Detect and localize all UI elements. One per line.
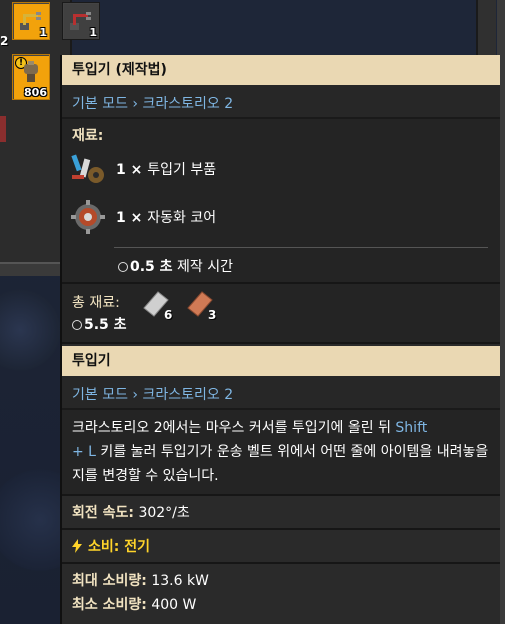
offscreen-slot-count: 2 bbox=[0, 34, 9, 48]
raw-ingredient: 6 bbox=[140, 288, 180, 326]
total-time-value: 5.5 초 bbox=[84, 317, 127, 333]
raw-count: 6 bbox=[164, 308, 173, 322]
recipe-title: 투입기 (제작법) bbox=[62, 55, 500, 85]
slot-count: 806 bbox=[24, 86, 47, 99]
total-raw-label: 총 재료: bbox=[72, 295, 120, 311]
rotation-speed: 회전 속도: 302°/초 bbox=[62, 496, 500, 528]
red-filter-tab[interactable] bbox=[0, 116, 6, 142]
rotation-label: 회전 속도: bbox=[72, 505, 134, 521]
slot-count: 1 bbox=[89, 26, 97, 39]
recipe-ingredients-section: 재료: 1 × 투입기 부품 1 × 자동화 코어 0.5 초 제작 시간 bbox=[62, 119, 500, 282]
desc-text: 키를 눌러 투입기가 운송 벨트 위에서 어떤 줄에 아이템을 내려놓을 지를 … bbox=[72, 444, 489, 484]
craft-time-label: 제작 시간 bbox=[177, 259, 233, 275]
ingredient-name: 투입기 부품 bbox=[147, 162, 217, 178]
inserter-parts-icon bbox=[71, 154, 104, 183]
hotkey-l: + L bbox=[72, 444, 96, 460]
item-title: 투입기 bbox=[62, 346, 500, 376]
energy-header: 소비: 전기 bbox=[62, 530, 500, 562]
panel-edge-top bbox=[476, 0, 496, 58]
raw-ingredient: 3 bbox=[184, 288, 224, 326]
desc-text: 크라스토리오 2에서는 마우스 커서를 투입기에 올린 뒤 bbox=[72, 420, 396, 436]
ingredient-row: 1 × 자동화 코어 bbox=[62, 193, 500, 241]
total-raw-section: 총 재료: 5.5 초 6 3 bbox=[62, 284, 500, 342]
ingredient-amount: 1 × bbox=[116, 210, 143, 226]
item-tooltip: 투입기 (제작법) 기본 모드 › 크라스토리오 2 재료: 1 × 투입기 부… bbox=[60, 55, 500, 624]
craft-time: 0.5 초 제작 시간 bbox=[62, 248, 500, 282]
rotation-value: 302°/초 bbox=[138, 505, 190, 521]
automation-core-icon bbox=[71, 200, 105, 234]
slot-burner-inserter[interactable]: ! 806 bbox=[12, 54, 50, 100]
slot-inserter[interactable]: 1 bbox=[12, 2, 50, 40]
slot-long-inserter[interactable]: 1 bbox=[62, 2, 100, 40]
max-consumption: 최대 소비량: 13.6 kW bbox=[62, 564, 500, 592]
burner-inserter-icon bbox=[24, 61, 38, 82]
item-source-breadcrumb: 기본 모드 › 크라스토리오 2 bbox=[62, 376, 500, 410]
max-consumption-label: 최대 소비량: bbox=[72, 573, 147, 589]
item-description-section: 크라스토리오 2에서는 마우스 커서를 투입기에 올린 뒤 Shift + L 키… bbox=[62, 410, 500, 494]
total-time: 5.5 초 bbox=[72, 314, 490, 334]
section-separator bbox=[62, 342, 500, 344]
max-consumption-value: 13.6 kW bbox=[151, 573, 209, 589]
min-consumption: 최소 소비량: 400 W bbox=[62, 592, 500, 620]
clock-icon bbox=[118, 262, 128, 272]
ingredient-name: 자동화 코어 bbox=[147, 210, 217, 226]
ingredients-label: 재료: bbox=[72, 128, 104, 144]
ingredient-row: 1 × 투입기 부품 bbox=[62, 145, 500, 193]
clock-icon bbox=[72, 320, 82, 330]
energy-label: 소비: 전기 bbox=[88, 539, 150, 555]
lightning-icon bbox=[72, 539, 82, 553]
min-consumption-value: 400 W bbox=[151, 597, 197, 613]
ingredient-amount: 1 × bbox=[116, 162, 143, 178]
craft-time-value: 0.5 초 bbox=[130, 259, 173, 275]
recipe-source-breadcrumb: 기본 모드 › 크라스토리오 2 bbox=[62, 85, 500, 119]
min-consumption-label: 최소 소비량: bbox=[72, 597, 147, 613]
slot-count: 1 bbox=[39, 26, 47, 39]
item-description: 크라스토리오 2에서는 마우스 커서를 투입기에 올린 뒤 Shift + L 키… bbox=[62, 410, 500, 494]
raw-count: 3 bbox=[208, 308, 217, 322]
hotkey-shift: Shift bbox=[395, 420, 428, 436]
